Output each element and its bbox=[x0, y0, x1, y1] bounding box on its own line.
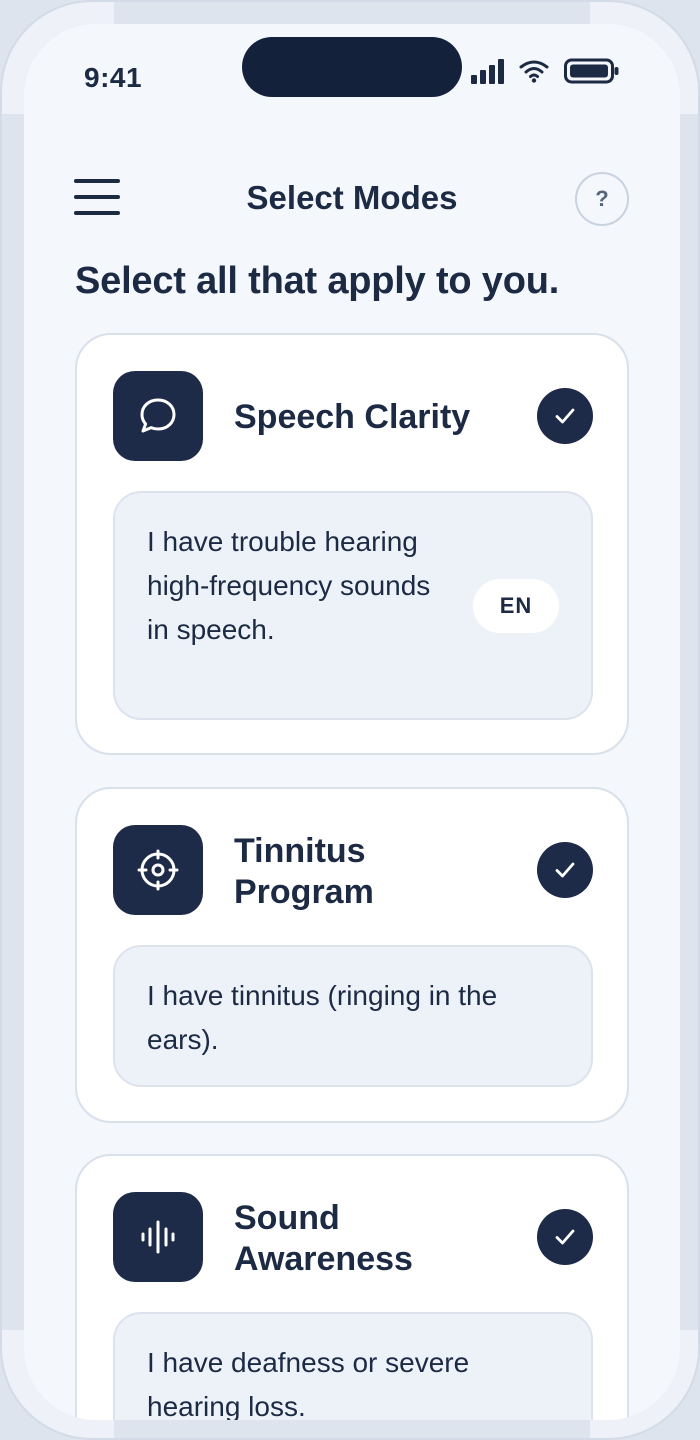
language-badge[interactable]: EN bbox=[473, 579, 559, 633]
sound-wave-icon bbox=[113, 1192, 203, 1282]
mode-card-sound-awareness[interactable]: Sound Awareness I have deafness or sever… bbox=[75, 1154, 629, 1420]
screen: 9:41 Select Modes ? Select all that appl… bbox=[24, 24, 680, 1420]
mode-title: Tinnitus Program bbox=[234, 832, 374, 911]
mode-description: I have tinnitus (ringing in the ears). bbox=[147, 980, 498, 1055]
mode-description-box: I have tinnitus (ringing in the ears). bbox=[113, 945, 593, 1087]
instruction-text: Select all that apply to you. bbox=[75, 260, 560, 302]
dynamic-island bbox=[242, 37, 462, 97]
status-icons bbox=[471, 58, 620, 84]
mode-title: Speech Clarity bbox=[234, 398, 471, 436]
selected-checkbox[interactable] bbox=[537, 388, 593, 444]
wifi-icon bbox=[519, 60, 549, 83]
mode-title: Sound Awareness bbox=[234, 1199, 413, 1278]
selected-checkbox[interactable] bbox=[537, 842, 593, 898]
mode-description: I have trouble hearing high-frequency so… bbox=[147, 526, 431, 645]
cellular-signal-icon bbox=[471, 58, 504, 84]
mode-description-box: I have trouble hearing high-frequency so… bbox=[113, 491, 593, 720]
selected-checkbox[interactable] bbox=[537, 1209, 593, 1265]
phone-frame: 9:41 Select Modes ? Select all that appl… bbox=[0, 0, 700, 1440]
status-time: 9:41 bbox=[84, 62, 143, 93]
help-button[interactable]: ? bbox=[575, 172, 629, 226]
mode-card-speech-clarity[interactable]: Speech Clarity I have trouble hearing hi… bbox=[75, 333, 629, 755]
mode-description-box: I have deafness or severe hearing loss. bbox=[113, 1312, 593, 1420]
mode-card-tinnitus-program[interactable]: Tinnitus Program I have tinnitus (ringin… bbox=[75, 787, 629, 1123]
target-icon bbox=[113, 825, 203, 915]
checkmark-icon bbox=[555, 862, 575, 878]
checkmark-icon bbox=[555, 1229, 575, 1245]
mode-description: I have deafness or severe hearing loss. bbox=[147, 1347, 470, 1420]
chat-bubble-icon bbox=[113, 371, 203, 461]
battery-icon bbox=[564, 58, 619, 84]
checkmark-icon bbox=[555, 408, 575, 424]
